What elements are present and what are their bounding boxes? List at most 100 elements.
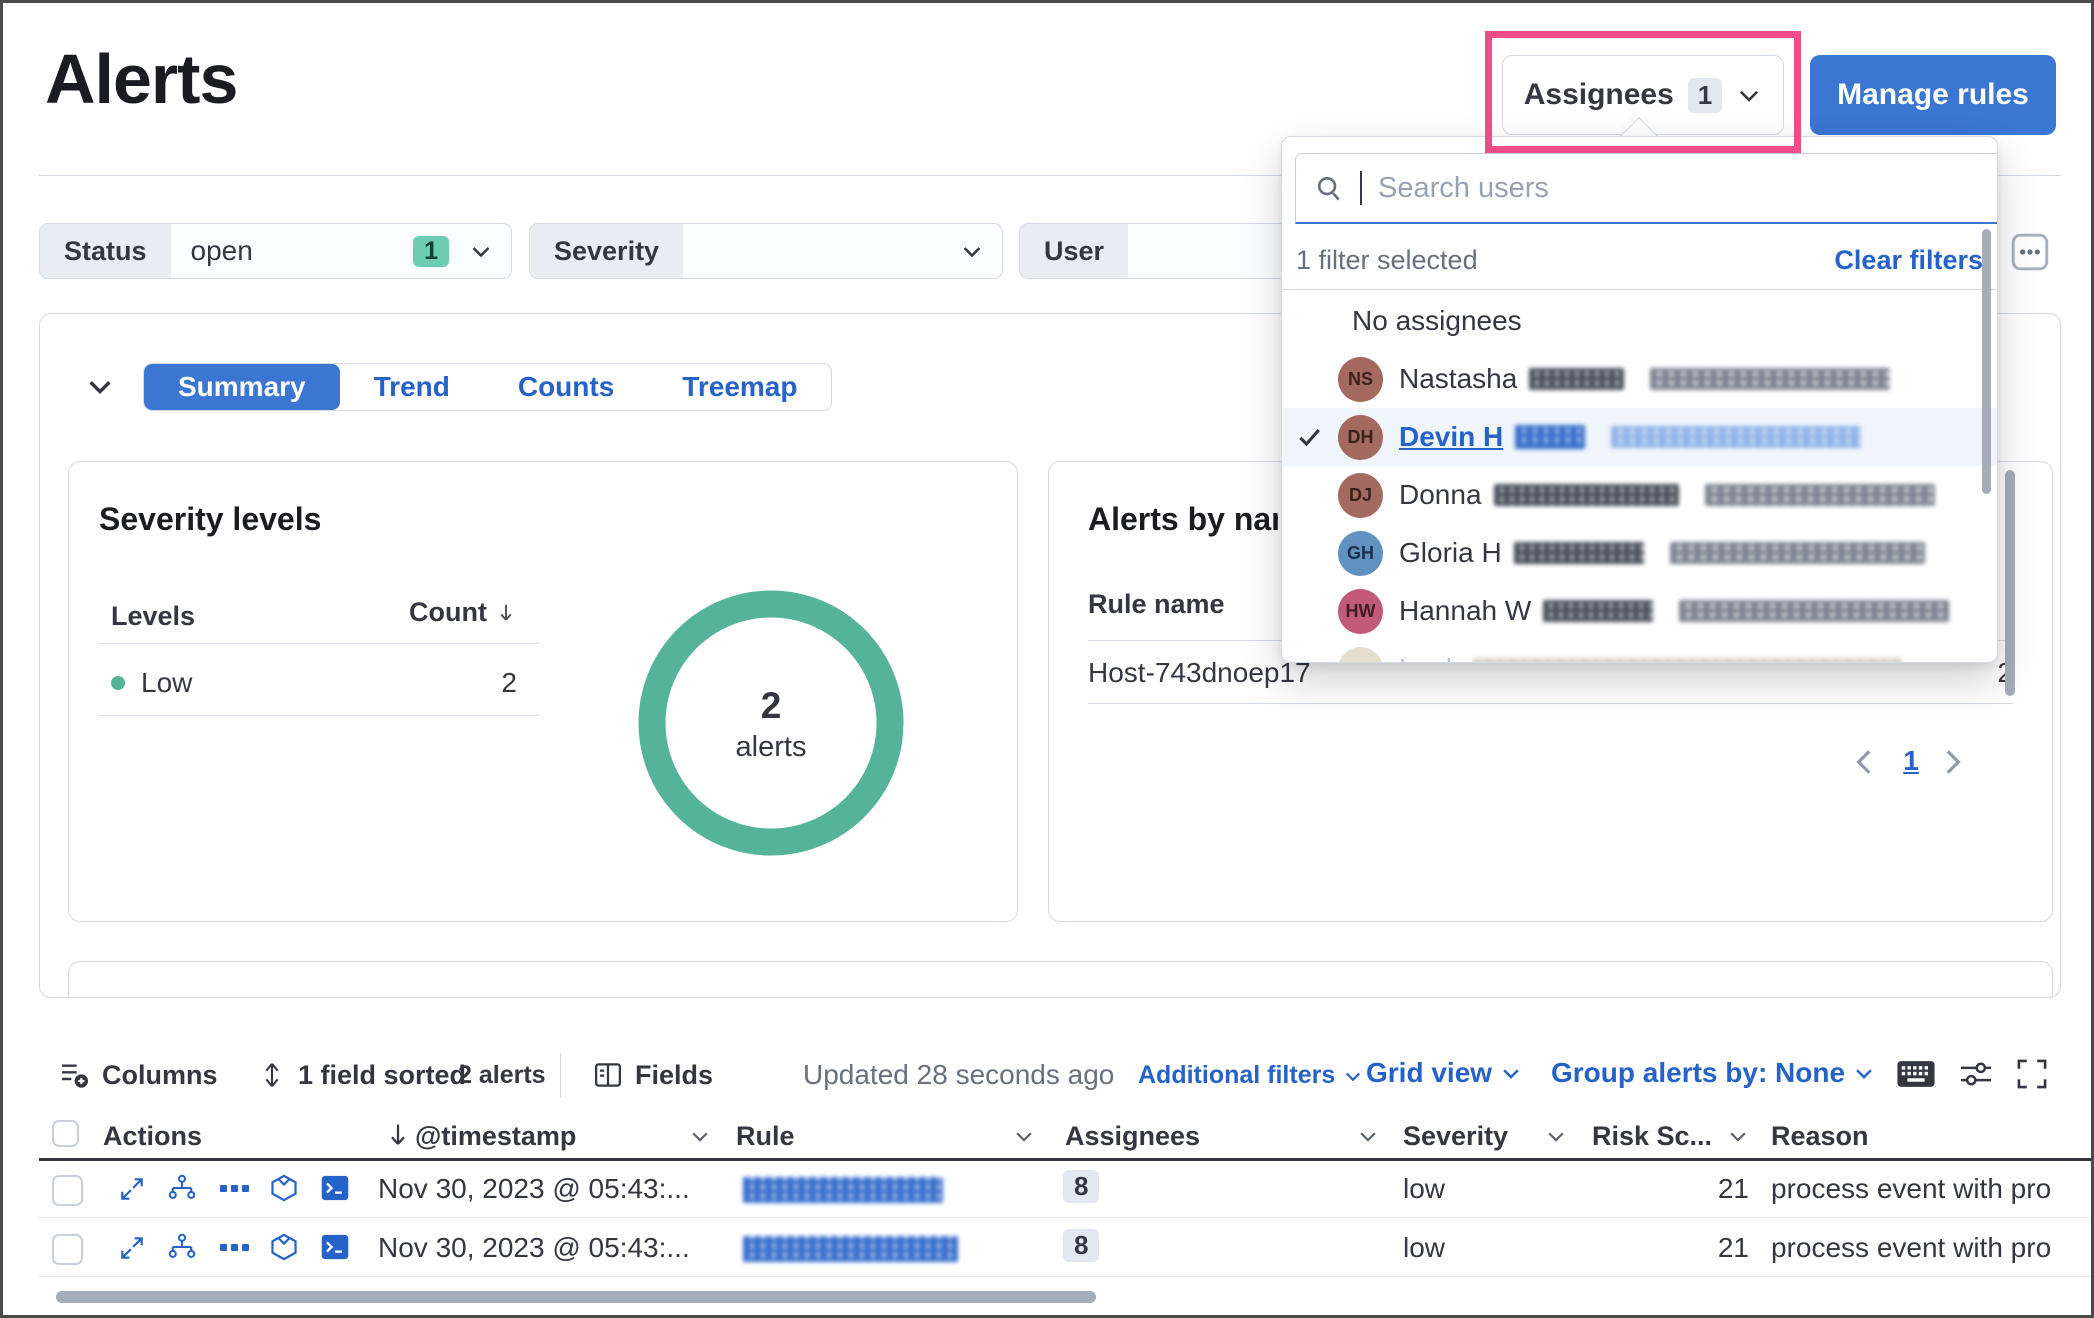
user-option-devin[interactable]: DH Devin H (1282, 408, 1997, 466)
status-filter-label: Status (40, 224, 171, 278)
column-menu-chevron[interactable] (1727, 1125, 1749, 1147)
column-menu-chevron[interactable] (1357, 1125, 1379, 1147)
column-header-severity[interactable]: Severity (1403, 1121, 1508, 1152)
tab-treemap[interactable]: Treemap (648, 364, 831, 410)
sort-descending-icon[interactable] (386, 1121, 410, 1149)
avatar: HW (1338, 589, 1383, 634)
updated-status-text: Updated 28 seconds ago (803, 1059, 1114, 1091)
avatar: GH (1338, 531, 1383, 576)
user-option-hannah[interactable]: HW Hannah W (1282, 582, 1997, 640)
search-icon (1314, 173, 1344, 203)
redacted-name (1529, 368, 1624, 390)
user-option-gloria[interactable]: GH Gloria H (1282, 524, 1997, 582)
severity-filter[interactable]: Severity (529, 223, 1003, 279)
tab-counts[interactable]: Counts (484, 364, 648, 410)
user-option-leah[interactable]: LT Leah (1282, 640, 1997, 663)
column-menu-chevron[interactable] (1013, 1125, 1035, 1147)
donut-center-label: alerts (636, 731, 906, 764)
levels-column-header: Levels (111, 601, 195, 632)
tab-summary[interactable]: Summary (144, 364, 340, 410)
collapse-chevron-icon[interactable] (85, 371, 115, 401)
inspect-settings-icon[interactable] (1958, 1059, 1994, 1089)
no-assignees-label: No assignees (1352, 305, 1522, 337)
row-checkbox[interactable] (52, 1175, 83, 1206)
session-view-icon[interactable] (320, 1174, 350, 1202)
severity-level-row: Low 2 (111, 657, 517, 709)
no-assignees-option[interactable]: No assignees (1282, 292, 1997, 350)
analyze-event-icon[interactable] (167, 1173, 197, 1203)
fields-icon (593, 1060, 623, 1090)
rule-row-name: Host-743dnoep17 (1088, 657, 1311, 689)
investigate-timeline-icon[interactable] (269, 1173, 299, 1203)
column-header-risk-score[interactable]: Risk Sc... (1592, 1121, 1712, 1152)
severity-level-count: 2 (501, 667, 517, 699)
session-view-icon[interactable] (320, 1233, 350, 1261)
assignees-count-badge[interactable]: 8 (1063, 1229, 1099, 1262)
additional-filters-button[interactable]: Additional filters (1138, 1061, 1363, 1090)
columns-icon (58, 1059, 90, 1091)
horizontal-scrollbar[interactable] (56, 1291, 1096, 1303)
status-count-badge: 1 (413, 236, 449, 267)
sorted-fields-button[interactable]: 1 field sorted (258, 1055, 466, 1095)
pagination-next-icon[interactable] (1935, 745, 1969, 779)
panel-scrollbar[interactable] (2005, 470, 2015, 696)
redacted-email (1611, 426, 1861, 448)
redacted-rule-name[interactable] (743, 1177, 943, 1203)
avatar: DH (1338, 415, 1383, 460)
chevron-down-icon (469, 224, 511, 278)
group-alerts-button[interactable]: Group alerts by: None (1551, 1057, 1875, 1089)
text-caret (1360, 171, 1362, 205)
grid-view-button[interactable]: Grid view (1366, 1057, 1522, 1089)
expand-alert-icon[interactable] (118, 1175, 146, 1203)
column-menu-chevron[interactable] (1545, 1125, 1567, 1147)
keyboard-shortcuts-icon[interactable] (1896, 1057, 1936, 1091)
redacted-name (1514, 542, 1644, 564)
filter-options-icon[interactable] (2011, 233, 2049, 271)
pagination-prev-icon[interactable] (1848, 745, 1882, 779)
donut-center-value: 2 (636, 685, 906, 727)
manage-rules-button[interactable]: Manage rules (1810, 55, 2056, 135)
more-actions-icon[interactable] (219, 1242, 249, 1254)
alert-row: Nov 30, 2023 @ 05:43:... 8 low 21 proces… (3, 1220, 2094, 1276)
toolbar-divider (560, 1053, 561, 1097)
popover-divider (1282, 289, 1998, 290)
more-actions-icon[interactable] (219, 1183, 249, 1195)
select-all-checkbox[interactable] (52, 1120, 79, 1147)
analyze-event-icon[interactable] (167, 1232, 197, 1262)
alerts-by-name-title: Alerts by name (1088, 501, 1278, 538)
row-checkbox[interactable] (52, 1234, 83, 1265)
investigate-timeline-icon[interactable] (269, 1232, 299, 1262)
column-header-timestamp[interactable]: @timestamp (415, 1121, 576, 1152)
clear-filters-link[interactable]: Clear filters (1834, 245, 1983, 276)
avatar: DJ (1338, 473, 1383, 518)
search-users-input[interactable]: Search users (1295, 153, 1998, 224)
user-option-nastasha[interactable]: NS Nastasha (1282, 350, 1997, 408)
tab-trend[interactable]: Trend (340, 364, 484, 410)
manage-rules-label: Manage rules (1837, 78, 2029, 112)
column-header-actions: Actions (103, 1121, 202, 1152)
redacted-name (1543, 600, 1653, 622)
redacted-rule-name[interactable] (743, 1236, 958, 1262)
user-option-donna[interactable]: DJ Donna (1282, 466, 1997, 524)
column-header-reason: Reason (1771, 1121, 1869, 1152)
column-menu-chevron[interactable] (689, 1125, 711, 1147)
next-section-panel-edge (68, 961, 2053, 997)
column-header-rule[interactable]: Rule (736, 1121, 795, 1152)
status-filter[interactable]: Status open 1 (39, 223, 512, 279)
column-header-assignees[interactable]: Assignees (1065, 1121, 1200, 1152)
fullscreen-icon[interactable] (2015, 1057, 2049, 1091)
redacted-name (1473, 658, 1903, 663)
assignees-button-label: Assignees (1524, 78, 1674, 112)
avatar: LT (1338, 647, 1383, 664)
assignees-count-badge[interactable]: 8 (1063, 1170, 1099, 1203)
fields-button[interactable]: Fields (593, 1055, 713, 1095)
expand-alert-icon[interactable] (118, 1234, 146, 1262)
redacted-name (1515, 425, 1585, 449)
popover-scrollbar[interactable] (1982, 229, 1991, 494)
redacted-email (1705, 484, 1935, 506)
columns-button[interactable]: Columns (58, 1055, 218, 1095)
chevron-down-icon (1853, 1062, 1875, 1084)
count-column-header[interactable]: Count (403, 597, 517, 628)
pagination-page-1[interactable]: 1 (1891, 745, 1931, 777)
assignees-popover: Search users 1 filter selected Clear fil… (1281, 136, 1998, 663)
